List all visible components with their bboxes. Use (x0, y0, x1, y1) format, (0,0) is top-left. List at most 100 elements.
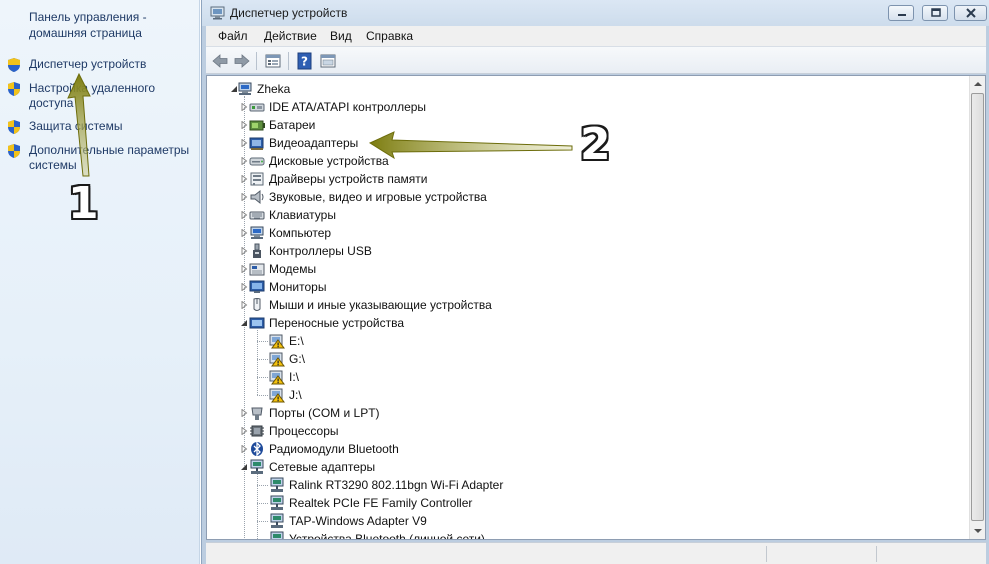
restore-icon (931, 8, 941, 17)
disk-drive-icon (249, 157, 265, 166)
tree-item-label: Дисковые устройства (269, 154, 389, 168)
tree-item[interactable]: TAP-Windows Adapter V9 (207, 512, 967, 530)
tree-connector-line (257, 359, 268, 360)
tree-item[interactable]: I:\ (207, 368, 967, 386)
tree-item-label: Zheka (257, 82, 291, 96)
tree-item-label: Ralink RT3290 802.11bgn Wi-Fi Adapter (289, 478, 504, 492)
tree-item-label: Устройства Bluetooth (личной сети) (289, 532, 485, 539)
tree-item[interactable]: Клавиатуры (207, 206, 967, 224)
tree-item-label: Мониторы (269, 280, 327, 294)
tree-item[interactable]: G:\ (207, 350, 967, 368)
device-manager-window: Диспетчер устройств Файл Действие Вид Сп… (201, 0, 989, 564)
menu-bar: Файл Действие Вид Справка (206, 26, 986, 46)
expanded-triangle-icon[interactable] (240, 463, 248, 471)
tree-item[interactable]: Мониторы (207, 278, 967, 296)
menu-help[interactable]: Справка (366, 29, 413, 43)
tree-connector-line (257, 485, 268, 486)
minimize-icon (898, 14, 906, 16)
scrollbar-thumb[interactable] (971, 93, 984, 521)
tree-item-label: IDE ATA/ATAPI контроллеры (269, 100, 427, 114)
speaker-icon (250, 189, 264, 205)
menu-action[interactable]: Действие (264, 29, 317, 43)
back-arrow-icon[interactable] (211, 52, 229, 70)
tree-connector-line (257, 395, 268, 396)
warning-drive-icon (269, 370, 285, 385)
tree-item[interactable]: Драйверы устройств памяти (207, 170, 967, 188)
collapsed-triangle-icon[interactable] (240, 265, 248, 273)
tree-item-label: G:\ (289, 352, 306, 366)
collapsed-triangle-icon[interactable] (240, 103, 248, 111)
close-icon (966, 8, 976, 18)
scroll-up-arrow-icon[interactable] (970, 76, 986, 92)
tree-root[interactable]: Zheka (207, 80, 967, 98)
expanded-triangle-icon[interactable] (240, 319, 248, 327)
tree-item[interactable]: Сетевые адаптеры (207, 458, 967, 476)
vertical-scrollbar[interactable] (969, 76, 985, 539)
battery-icon (249, 120, 265, 131)
network-card-icon (270, 477, 284, 492)
collapsed-triangle-icon[interactable] (240, 445, 248, 453)
advanced-system-settings-link[interactable]: Дополнительные параметры системы (29, 143, 197, 173)
collapsed-triangle-icon[interactable] (240, 211, 248, 219)
tree-item-label: J:\ (289, 388, 302, 402)
minimize-button[interactable] (888, 5, 914, 21)
help-icon[interactable]: ? (296, 52, 314, 70)
mouse-icon (253, 298, 261, 311)
collapsed-triangle-icon[interactable] (240, 121, 248, 129)
collapsed-triangle-icon[interactable] (240, 283, 248, 291)
tree-item[interactable]: IDE ATA/ATAPI контроллеры (207, 98, 967, 116)
collapsed-triangle-icon[interactable] (240, 247, 248, 255)
tree-item[interactable]: Радиомодули Bluetooth (207, 440, 967, 458)
shield-icon (8, 58, 20, 72)
tree-connector-line (257, 503, 268, 504)
collapsed-triangle-icon[interactable] (240, 301, 248, 309)
properties-icon[interactable] (264, 52, 282, 70)
tree-item[interactable]: E:\ (207, 332, 967, 350)
tree-item-label: Порты (COM и LPT) (269, 406, 380, 420)
collapsed-triangle-icon[interactable] (240, 193, 248, 201)
tree-item[interactable]: Процессоры (207, 422, 967, 440)
tree-item-label: Процессоры (269, 424, 339, 438)
tree-item-label: Мыши и иные указывающие устройства (269, 298, 492, 312)
collapsed-triangle-icon[interactable] (240, 175, 248, 183)
tree-item-label: Драйверы устройств памяти (269, 172, 428, 186)
remote-settings-link[interactable]: Настройка удаленного доступа (29, 81, 197, 111)
tree-item[interactable]: Переносные устройства (207, 314, 967, 332)
device-manager-link[interactable]: Диспетчер устройств (29, 57, 197, 72)
maximize-button[interactable] (922, 5, 948, 21)
toolbar: ? (206, 46, 986, 74)
tree-item[interactable]: Модемы (207, 260, 967, 278)
collapsed-triangle-icon[interactable] (240, 139, 248, 147)
collapsed-triangle-icon[interactable] (240, 157, 248, 165)
tree-item[interactable]: Компьютер (207, 224, 967, 242)
tree-item-label: I:\ (289, 370, 300, 384)
menu-file[interactable]: Файл (218, 29, 248, 43)
scroll-down-arrow-icon[interactable] (970, 523, 986, 539)
tree-item[interactable]: Мыши и иные указывающие устройства (207, 296, 967, 314)
collapsed-triangle-icon[interactable] (240, 409, 248, 417)
tree-item-label: Звуковые, видео и игровые устройства (269, 190, 487, 204)
menu-view[interactable]: Вид (330, 29, 352, 43)
collapsed-triangle-icon[interactable] (240, 229, 248, 237)
tree-connector-line (257, 521, 268, 522)
tree-item[interactable]: Звуковые, видео и игровые устройства (207, 188, 967, 206)
network-card-icon (270, 513, 284, 528)
tree-item[interactable]: Устройства Bluetooth (личной сети) (207, 530, 967, 539)
tree-item[interactable]: Ralink RT3290 802.11bgn Wi-Fi Adapter (207, 476, 967, 494)
collapsed-triangle-icon[interactable] (240, 427, 248, 435)
tree-item[interactable]: Порты (COM и LPT) (207, 404, 967, 422)
network-adapter-icon (250, 459, 264, 474)
close-button[interactable] (954, 5, 987, 21)
tree-item[interactable]: J:\ (207, 386, 967, 404)
tree-item[interactable]: Realtek PCIe FE Family Controller (207, 494, 967, 512)
show-hidden-icon[interactable] (319, 52, 337, 70)
shield-icon (8, 144, 20, 158)
system-protection-link[interactable]: Защита системы (29, 119, 197, 134)
portable-device-icon (249, 317, 265, 329)
port-icon (251, 407, 263, 420)
keyboard-icon (249, 211, 265, 220)
title-bar[interactable]: Диспетчер устройств (202, 0, 989, 26)
tree-item[interactable]: Контроллеры USB (207, 242, 967, 260)
forward-arrow-icon[interactable] (233, 52, 251, 70)
control-panel-home-link[interactable]: Панель управления - домашняя страница (29, 9, 194, 41)
